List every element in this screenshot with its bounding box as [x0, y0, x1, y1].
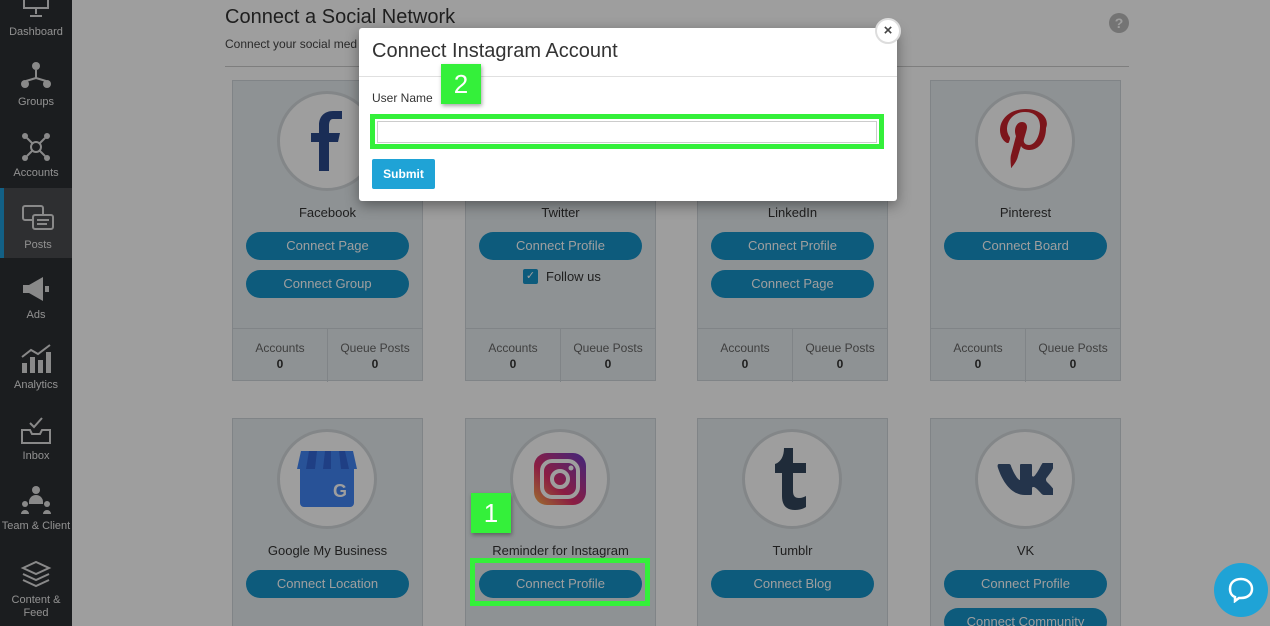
highlight-connect-profile: [470, 558, 650, 606]
highlight-username-input: [370, 114, 884, 149]
chat-icon: [1228, 577, 1254, 603]
modal-divider: [359, 76, 897, 77]
chat-support-button[interactable]: [1214, 563, 1268, 617]
step-badge-1: 1: [471, 493, 511, 533]
close-icon[interactable]: ×: [875, 18, 901, 44]
step-badge-2: 2: [441, 64, 481, 104]
submit-button[interactable]: Submit: [372, 159, 435, 189]
username-label: User Name: [372, 91, 433, 105]
modal-title: Connect Instagram Account: [372, 40, 618, 62]
